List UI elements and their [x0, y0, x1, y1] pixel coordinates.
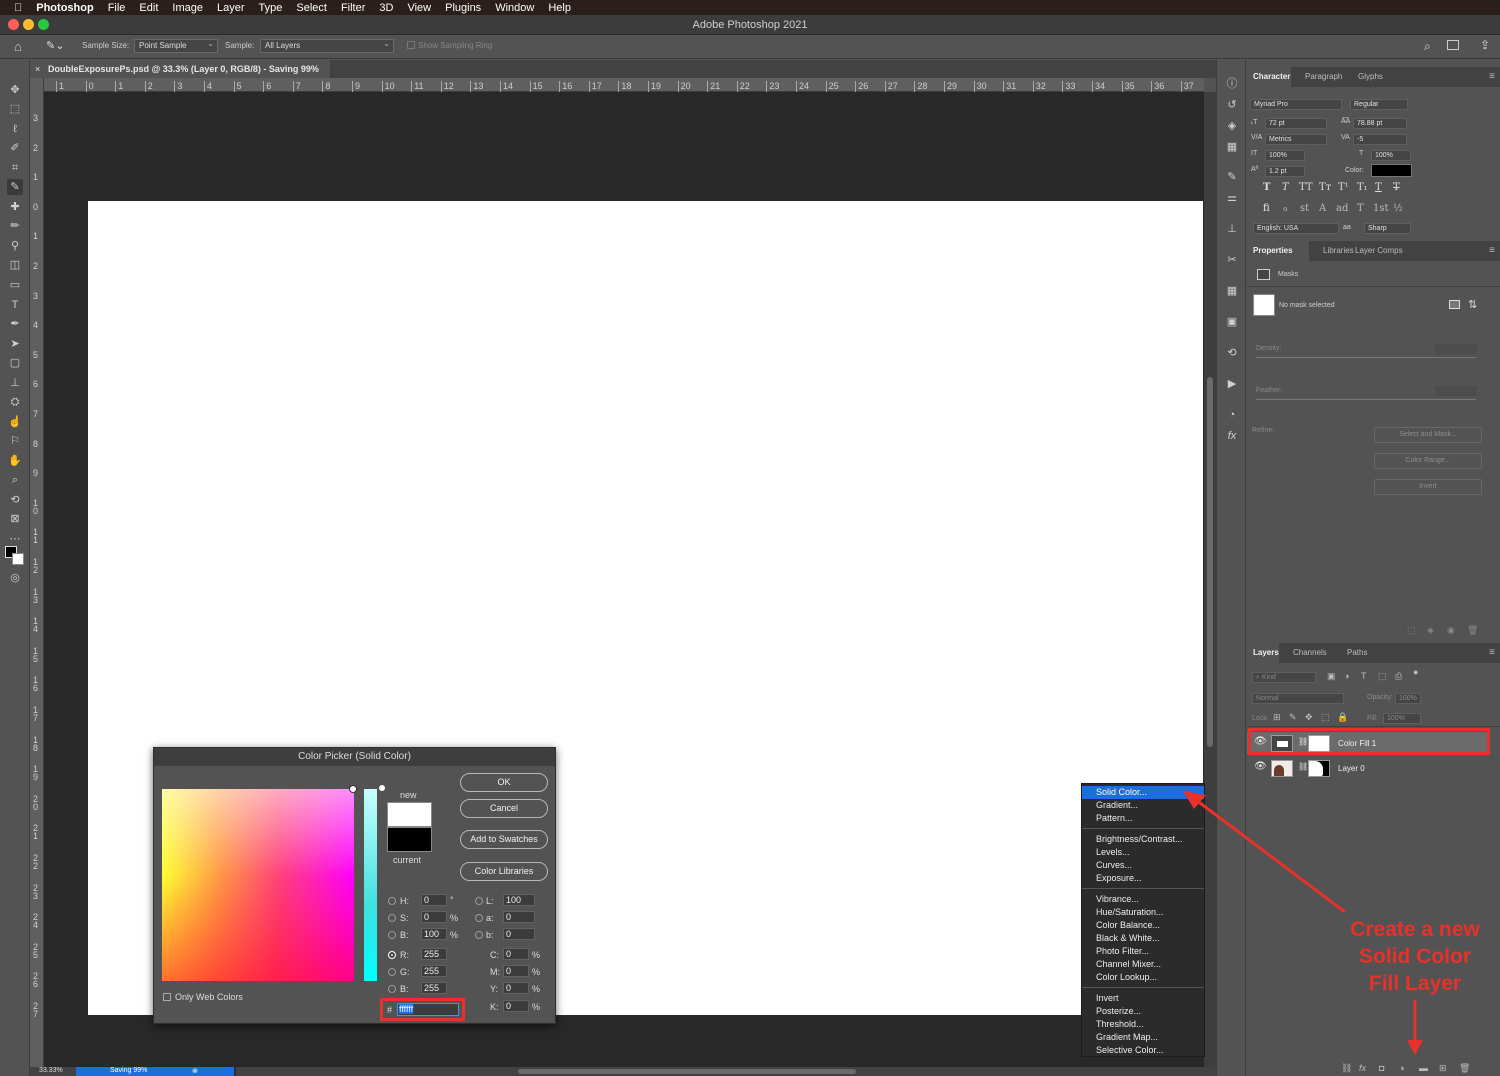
annotation-arrows — [1183, 791, 1423, 1055]
callout-line-3: Fill Layer — [1368, 972, 1462, 995]
annotation-callout: Create a new Solid Color Fill Layer — [1330, 916, 1500, 997]
callout-line-2: Solid Color — [1359, 945, 1471, 968]
arrow-to-adjustment-button — [1407, 1000, 1423, 1055]
arrow-to-solid-color — [1183, 791, 1346, 914]
callout-line-1: Create a new — [1350, 918, 1480, 941]
